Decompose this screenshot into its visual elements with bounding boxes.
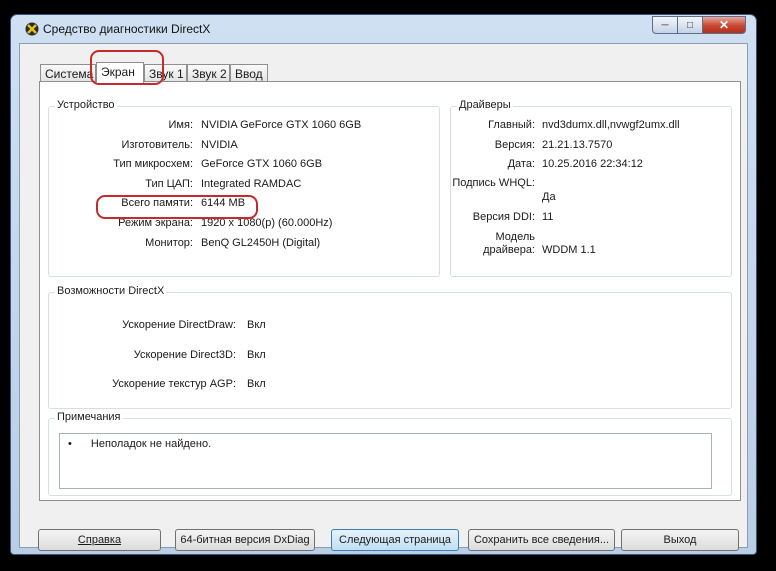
help-button[interactable]: Справка [38, 529, 161, 551]
tab-sound-1[interactable]: Звук 1 [144, 64, 187, 82]
main-driver-label: Главный: [488, 119, 535, 131]
directx-features-title: Возможности DirectX [55, 285, 167, 297]
tab-display[interactable]: Экран [96, 62, 144, 83]
device-name-label: Имя: [168, 119, 193, 131]
save-all-info-button-label: Сохранить все сведения... [473, 534, 610, 546]
exit-button[interactable]: Выход [621, 529, 739, 551]
notes-group: Примечания • Неполадок не найдено. [48, 411, 732, 496]
close-icon[interactable]: ✕ [702, 16, 746, 34]
tab-input[interactable]: Ввод [230, 64, 268, 82]
help-button-label: Справка [77, 534, 122, 546]
exit-button-label: Выход [663, 534, 697, 546]
client-area: Система Экран Звук 1 Звук 2 Ввод Устройс… [19, 43, 748, 551]
chip-type-value: GeForce GTX 1060 6GB [201, 158, 323, 170]
device-group: Устройство Имя: NVIDIA GeForce GTX 1060 … [48, 99, 440, 277]
directdraw-value: Вкл [247, 319, 266, 331]
save-all-info-button[interactable]: Сохранить все сведения... [468, 529, 615, 551]
tab-sound-2[interactable]: Звук 2 [187, 64, 230, 82]
dxdiag-window: Средство диагностики DirectX ─ □ ✕ Систе… [10, 14, 757, 555]
ddi-version-value: 11 [542, 211, 554, 223]
display-mode-label: Режим экрана: [118, 217, 193, 229]
driver-version-label: Версия: [494, 139, 535, 151]
main-driver-value: nvd3dumx.dll,nvwgf2umx.dll [542, 119, 680, 131]
device-name-value: NVIDIA GeForce GTX 1060 6GB [201, 119, 362, 131]
driver-version-value: 21.21.13.7570 [542, 139, 613, 151]
dxdiag-64bit-button[interactable]: 64-битная версия DxDiag [175, 529, 315, 551]
maximize-icon[interactable]: □ [677, 16, 703, 34]
driver-model-label-line1: Модель [495, 231, 535, 243]
ddi-version-label: Версия DDI: [472, 211, 535, 223]
agp-label: Ускорение текстур AGP: [112, 378, 236, 390]
directx-icon [25, 22, 39, 36]
display-tab-panel: Устройство Имя: NVIDIA GeForce GTX 1060 … [39, 81, 741, 501]
device-group-title: Устройство [55, 99, 117, 111]
notes-textbox[interactable]: • Неполадок не найдено. [59, 433, 712, 489]
direct3d-value: Вкл [247, 349, 266, 361]
tab-system[interactable]: Система [40, 64, 96, 82]
dac-type-value: Integrated RAMDAC [201, 178, 302, 190]
directx-features-group: Возможности DirectX Ускорение DirectDraw… [48, 285, 732, 409]
notes-title: Примечания [55, 411, 123, 423]
drivers-group: Драйверы Главный: nvd3dumx.dll,nvwgf2umx… [450, 99, 732, 277]
dac-type-label: Тип ЦАП: [145, 178, 193, 190]
notes-text: Неполадок не найдено. [90, 438, 212, 450]
next-page-button-label: Следующая страница [339, 534, 451, 546]
directdraw-label: Ускорение DirectDraw: [122, 319, 236, 331]
drivers-group-title: Драйверы [457, 99, 513, 111]
driver-date-value: 10.25.2016 22:34:12 [542, 158, 643, 170]
whql-value: Да [542, 191, 556, 203]
dxdiag-64bit-button-label: 64-битная версия DxDiag [180, 534, 310, 546]
direct3d-label: Ускорение Direct3D: [133, 349, 236, 361]
display-mode-value: 1920 x 1080(р) (60.000Hz) [201, 217, 333, 229]
monitor-value: BenQ GL2450H (Digital) [201, 237, 321, 249]
driver-model-value: WDDM 1.1 [542, 244, 596, 256]
driver-date-label: Дата: [507, 158, 535, 170]
driver-model-label-line2: драйвера: [483, 244, 535, 256]
agp-value: Вкл [247, 378, 266, 390]
minimize-icon[interactable]: ─ [652, 16, 678, 34]
whql-label: Подпись WHQL: [452, 177, 535, 189]
manufacturer-value: NVIDIA [201, 139, 238, 151]
monitor-label: Монитор: [145, 237, 193, 249]
chip-type-label: Тип микросхем: [113, 158, 193, 170]
next-page-button[interactable]: Следующая страница [331, 529, 459, 551]
total-memory-value: 6144 MB [201, 197, 246, 209]
total-memory-label: Всего памяти: [121, 197, 193, 209]
notes-bullet: • [68, 438, 72, 450]
manufacturer-label: Изготовитель: [121, 139, 194, 151]
title-bar[interactable]: Средство диагностики DirectX ─ □ ✕ [11, 15, 756, 43]
window-title: Средство диагностики DirectX [43, 22, 211, 36]
